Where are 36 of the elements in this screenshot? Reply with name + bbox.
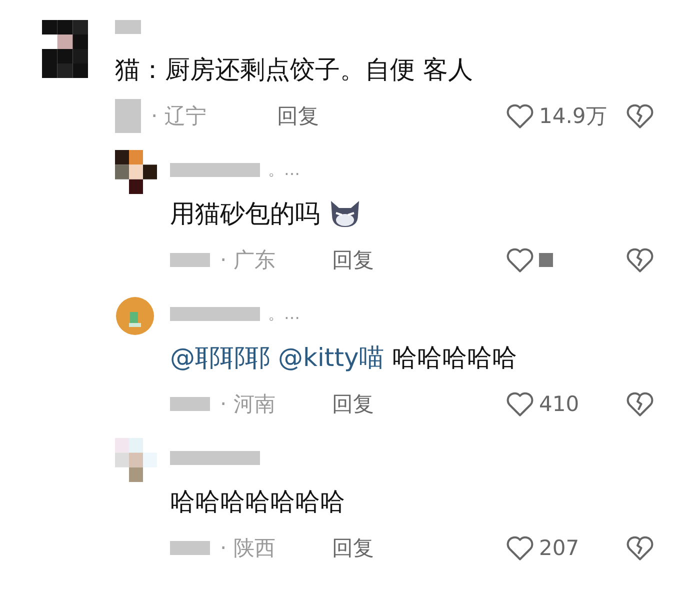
comment-text: 用猫砂包的吗 bbox=[170, 198, 320, 230]
avatar-image[interactable] bbox=[115, 150, 157, 194]
comment-text: 哈哈哈哈哈 bbox=[392, 342, 517, 374]
redacted-name bbox=[115, 20, 141, 34]
comment-text: 猫：厨房还剩点饺子。自便 客人 bbox=[115, 54, 473, 86]
mention-link[interactable]: @kitty喵 bbox=[278, 336, 384, 380]
redacted-date bbox=[115, 99, 141, 133]
reply-button[interactable]: 回复 bbox=[332, 246, 374, 274]
broken-heart-icon[interactable] bbox=[625, 246, 655, 274]
heart-icon[interactable] bbox=[505, 534, 535, 562]
wolf-emoji-icon bbox=[328, 199, 362, 229]
broken-heart-icon[interactable] bbox=[625, 102, 655, 130]
avatar-image[interactable] bbox=[42, 20, 88, 78]
location-text: · 广东 bbox=[220, 247, 276, 274]
redacted-date bbox=[170, 253, 210, 267]
broken-heart-icon[interactable] bbox=[625, 534, 655, 562]
mention-link[interactable]: @耶耶耶 bbox=[170, 336, 270, 380]
reply-button[interactable]: 回复 bbox=[277, 102, 319, 130]
location-text: · 陕西 bbox=[220, 535, 276, 562]
heart-icon[interactable] bbox=[505, 246, 535, 274]
broken-heart-icon[interactable] bbox=[625, 390, 655, 418]
like-count: 207 bbox=[539, 536, 580, 560]
location-text: · 辽宁 bbox=[151, 103, 206, 130]
heart-icon[interactable] bbox=[505, 390, 535, 418]
name-suffix: 。… bbox=[268, 304, 300, 324]
name-suffix: 。… bbox=[268, 160, 300, 180]
comment-text: 哈哈哈哈哈哈哈 bbox=[170, 486, 345, 518]
location-text: · 河南 bbox=[220, 391, 276, 418]
reply-button[interactable]: 回复 bbox=[332, 390, 374, 418]
like-count: 14.9万 bbox=[539, 103, 607, 130]
redacted-count bbox=[539, 253, 553, 267]
reply-button[interactable]: 回复 bbox=[332, 534, 374, 562]
like-count: 410 bbox=[539, 392, 580, 416]
redacted-date bbox=[170, 397, 210, 411]
heart-icon[interactable] bbox=[505, 102, 535, 130]
redacted-date bbox=[170, 541, 210, 555]
